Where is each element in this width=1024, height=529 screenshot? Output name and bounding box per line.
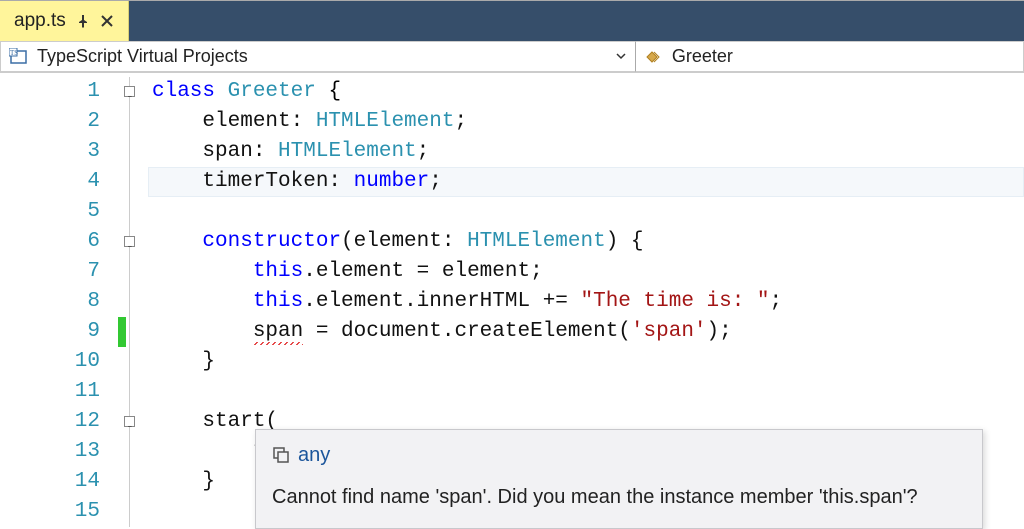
line-number: 8 bbox=[0, 287, 100, 317]
code-line[interactable]: class Greeter { bbox=[148, 77, 1024, 107]
typescript-project-icon: TS bbox=[9, 47, 29, 67]
line-number: 6 bbox=[0, 227, 100, 257]
line-number: 4 bbox=[0, 167, 100, 197]
line-number: 10 bbox=[0, 347, 100, 377]
line-number-gutter: 123456789101112131415 bbox=[0, 73, 118, 528]
stack-icon bbox=[272, 446, 290, 464]
symbol-scope-label: Greeter bbox=[672, 46, 733, 67]
fold-cell bbox=[118, 377, 148, 407]
line-number: 7 bbox=[0, 257, 100, 287]
code-line[interactable]: this.element.innerHTML += "The time is: … bbox=[148, 287, 1024, 317]
code-line[interactable]: constructor(element: HTMLElement) { bbox=[148, 227, 1024, 257]
class-icon bbox=[644, 47, 664, 67]
pin-icon[interactable] bbox=[76, 14, 90, 28]
fold-cell bbox=[118, 497, 148, 527]
code-line[interactable]: this.element = element; bbox=[148, 257, 1024, 287]
line-number: 15 bbox=[0, 497, 100, 527]
fold-cell bbox=[118, 77, 148, 107]
line-number: 9 bbox=[0, 317, 100, 347]
code-line[interactable]: } bbox=[148, 347, 1024, 377]
navigation-bar: TS TypeScript Virtual Projects Greeter bbox=[0, 41, 1024, 73]
code-line[interactable]: timerToken: number; bbox=[148, 167, 1024, 197]
code-line[interactable]: span = document.createElement('span'); bbox=[148, 317, 1024, 347]
fold-column bbox=[118, 73, 148, 528]
line-number: 5 bbox=[0, 197, 100, 227]
fold-cell bbox=[118, 347, 148, 377]
fold-cell bbox=[118, 137, 148, 167]
line-number: 3 bbox=[0, 137, 100, 167]
tab-strip: app.ts bbox=[0, 1, 1024, 41]
svg-text:TS: TS bbox=[10, 49, 18, 57]
project-scope-label: TypeScript Virtual Projects bbox=[37, 46, 248, 67]
line-number: 2 bbox=[0, 107, 100, 137]
code-line[interactable] bbox=[148, 197, 1024, 227]
tooltip-message: Cannot find name 'span'. Did you mean th… bbox=[272, 482, 966, 512]
code-line[interactable] bbox=[148, 377, 1024, 407]
fold-cell bbox=[118, 167, 148, 197]
code-line[interactable]: element: HTMLElement; bbox=[148, 107, 1024, 137]
line-number: 13 bbox=[0, 437, 100, 467]
fold-toggle[interactable] bbox=[124, 236, 135, 247]
fold-cell bbox=[118, 437, 148, 467]
fold-cell bbox=[118, 287, 148, 317]
tooltip-kind: any bbox=[298, 440, 330, 470]
line-number: 11 bbox=[0, 377, 100, 407]
fold-cell bbox=[118, 467, 148, 497]
fold-toggle[interactable] bbox=[124, 86, 135, 97]
project-scope-dropdown[interactable]: TS TypeScript Virtual Projects bbox=[0, 41, 635, 72]
file-tab-active[interactable]: app.ts bbox=[0, 1, 129, 41]
chevron-down-icon bbox=[615, 46, 627, 67]
fold-cell bbox=[118, 107, 148, 137]
error-tooltip: any Cannot find name 'span'. Did you mea… bbox=[255, 429, 983, 529]
fold-cell bbox=[118, 407, 148, 437]
close-icon[interactable] bbox=[100, 14, 114, 28]
tab-title: app.ts bbox=[14, 10, 66, 32]
line-number: 12 bbox=[0, 407, 100, 437]
change-marker bbox=[118, 317, 126, 347]
fold-toggle[interactable] bbox=[124, 416, 135, 427]
fold-cell bbox=[118, 197, 148, 227]
line-number: 1 bbox=[0, 77, 100, 107]
fold-cell bbox=[118, 227, 148, 257]
symbol-scope-dropdown[interactable]: Greeter bbox=[635, 41, 1024, 72]
fold-cell bbox=[118, 257, 148, 287]
code-editor[interactable]: 123456789101112131415 class Greeter { el… bbox=[0, 73, 1024, 528]
line-number: 14 bbox=[0, 467, 100, 497]
code-line[interactable]: span: HTMLElement; bbox=[148, 137, 1024, 167]
